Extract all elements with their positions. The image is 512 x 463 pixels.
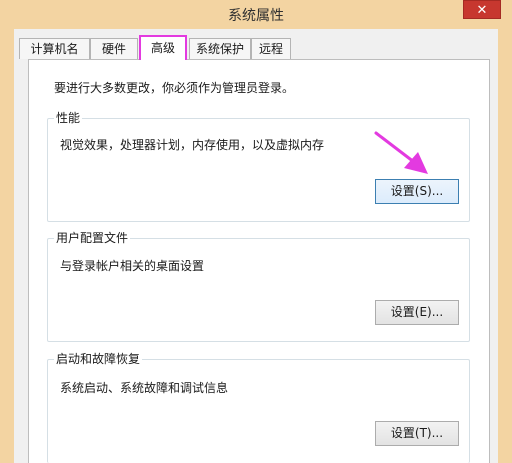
- performance-description: 视觉效果，处理器计划，内存使用，以及虚拟内存: [60, 138, 325, 152]
- close-button[interactable]: ✕: [463, 0, 501, 19]
- window-title: 系统属性: [228, 8, 284, 24]
- user-profiles-settings-button[interactable]: 设置(E)...: [375, 300, 459, 325]
- performance-group-title: 性能: [54, 111, 83, 125]
- user-profiles-description: 与登录帐户相关的桌面设置: [60, 259, 205, 273]
- tab-computer-name[interactable]: 计算机名: [19, 38, 90, 59]
- startup-recovery-group: 启动和故障恢复 系统启动、系统故障和调试信息 设置(T)...: [47, 352, 470, 463]
- user-profiles-group: 用户配置文件 与登录帐户相关的桌面设置 设置(E)...: [47, 231, 470, 342]
- startup-recovery-settings-button[interactable]: 设置(T)...: [375, 421, 459, 446]
- system-properties-window: 系统属性 ✕ 计算机名 硬件 高级 系统保护 远程 要进行大多数更改，你必须作为…: [0, 0, 512, 463]
- pointer-arrow-icon: [374, 131, 428, 174]
- tab-system-protection[interactable]: 系统保护: [189, 38, 251, 59]
- tab-advanced[interactable]: 高级: [139, 35, 187, 60]
- performance-settings-button[interactable]: 设置(S)...: [375, 179, 459, 204]
- user-profiles-group-title: 用户配置文件: [54, 231, 131, 245]
- admin-notice: 要进行大多数更改，你必须作为管理员登录。: [54, 81, 295, 95]
- tab-remote[interactable]: 远程: [251, 38, 291, 59]
- tab-hardware[interactable]: 硬件: [90, 38, 138, 59]
- startup-recovery-description: 系统启动、系统故障和调试信息: [60, 381, 229, 395]
- startup-recovery-group-title: 启动和故障恢复: [54, 352, 143, 366]
- title-bar[interactable]: 系统属性 ✕: [0, 0, 512, 29]
